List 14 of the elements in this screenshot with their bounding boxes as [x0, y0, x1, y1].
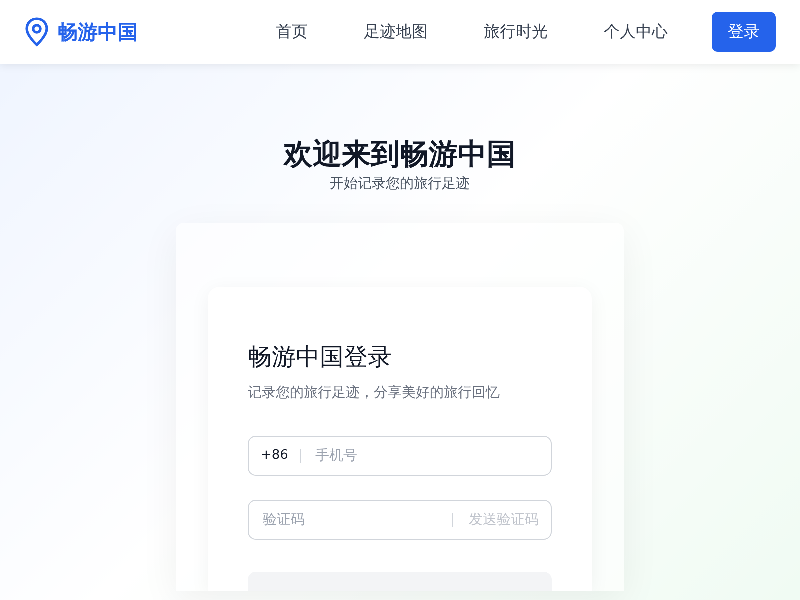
login-subtitle: 记录您的旅行足迹，分享美好的旅行回忆: [248, 384, 501, 404]
welcome-title: 欢迎来到畅游中国: [282, 136, 517, 173]
phone-field[interactable]: +86 手机号: [248, 436, 552, 476]
login-title: 畅游中国登录: [248, 342, 393, 372]
nav-link[interactable]: 首页: [248, 20, 336, 44]
code-input[interactable]: 验证码: [261, 508, 452, 532]
phone-input[interactable]: 手机号: [313, 444, 539, 468]
nav-link[interactable]: 旅行时光: [456, 20, 576, 44]
login-button[interactable]: 登录: [712, 12, 776, 52]
welcome-subtitle: 开始记录您的旅行足迹: [329, 174, 471, 194]
nav-link[interactable]: 足迹地图: [336, 20, 456, 44]
nav-link[interactable]: 个人中心: [576, 20, 696, 44]
location-pin-icon: [24, 17, 50, 47]
brand-name[interactable]: 畅游中国: [58, 17, 138, 47]
